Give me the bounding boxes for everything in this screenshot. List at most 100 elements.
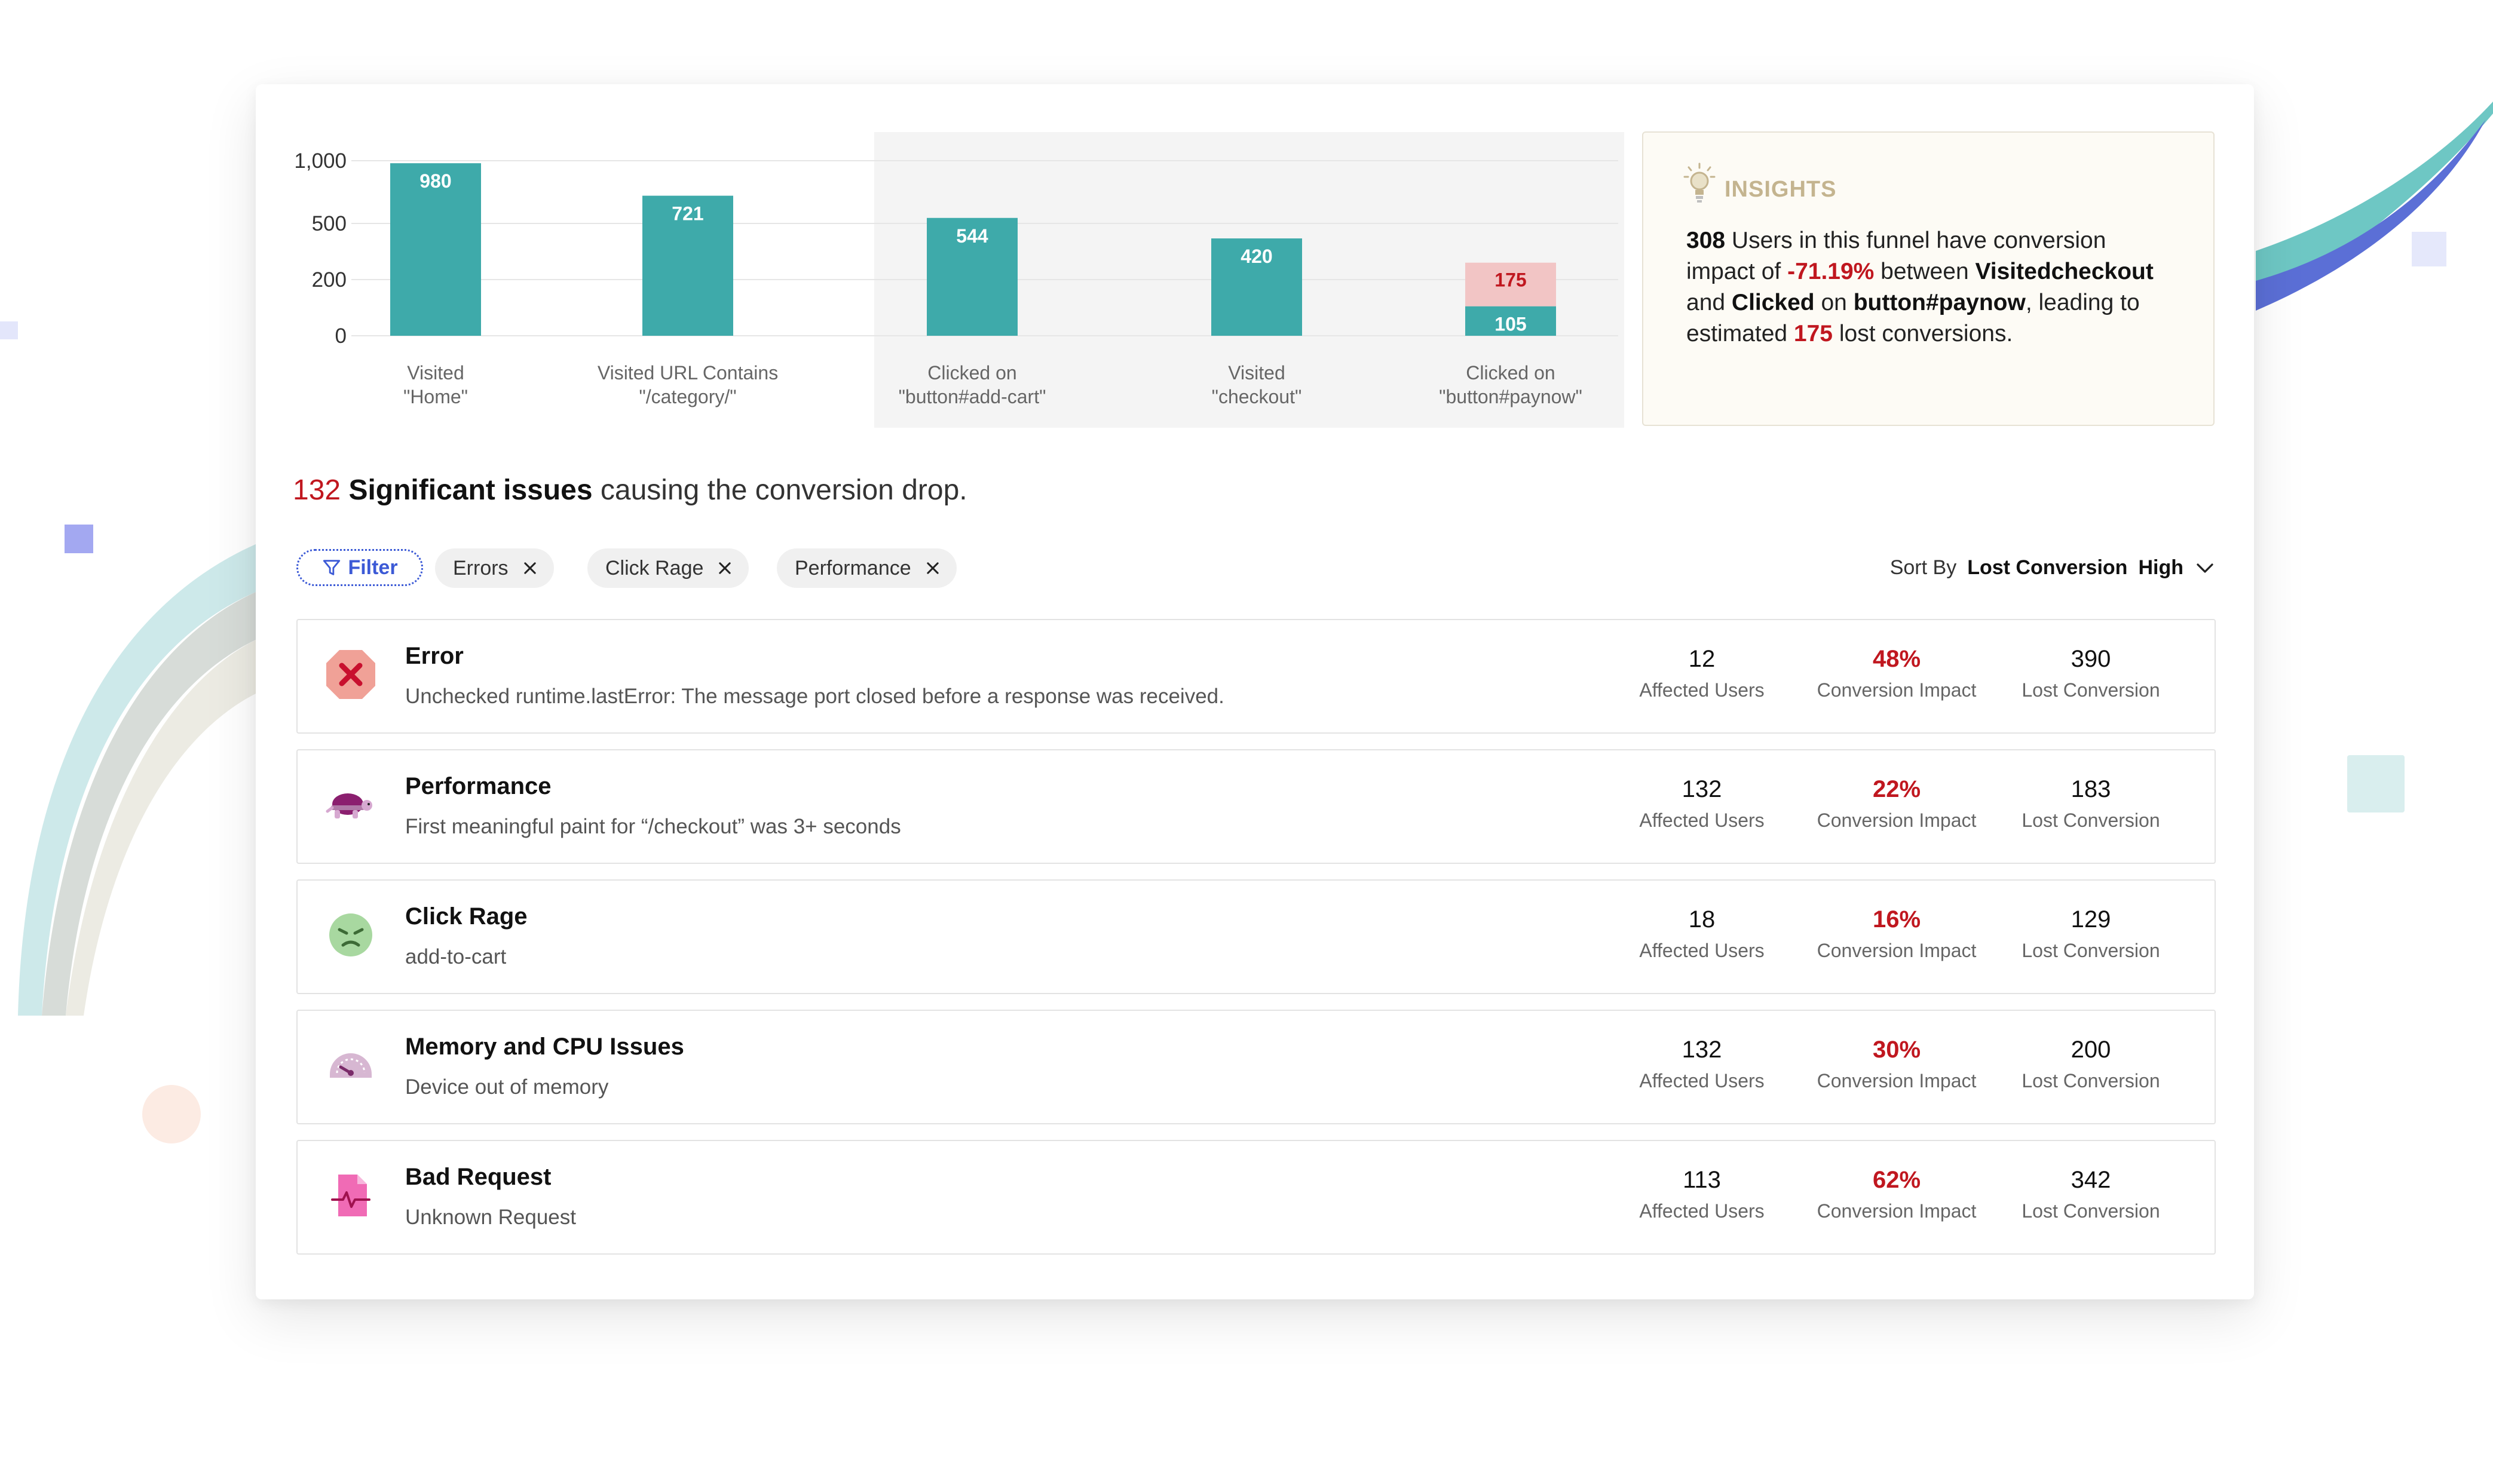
issue-description: Device out of memory	[405, 1075, 609, 1099]
filter-chip-label: Errors	[453, 556, 509, 580]
lost-conversion-value: 129	[2071, 906, 2111, 933]
lost-conversion-metric: 390 Lost Conversion	[1992, 644, 2189, 704]
y-tick-label: 1,000	[294, 149, 347, 173]
bar-value-label: 721	[672, 203, 703, 225]
issue-description: First meaningful paint for “/checkout” w…	[405, 815, 901, 838]
insights-users: 308	[1686, 228, 1726, 253]
category-label-line: Visited	[1228, 362, 1285, 384]
issue-title: Memory and CPU Issues	[405, 1034, 684, 1060]
insights-text-part: lost conversions.	[1833, 321, 2013, 347]
lost-conversion-label: Lost Conversion	[2022, 1070, 2160, 1091]
issue-row-click-rage[interactable]: Click Rage add-to-cart 18 Affected Users …	[296, 879, 2216, 994]
conversion-impact-metric: 48% Conversion Impact	[1798, 644, 1995, 704]
conversion-impact-label: Conversion Impact	[1817, 1200, 1977, 1222]
close-icon[interactable]	[924, 560, 941, 577]
error-icon	[326, 650, 375, 699]
filter-chip-label: Performance	[795, 556, 911, 580]
conversion-impact-value: 30%	[1872, 1037, 1921, 1063]
category-label-4: Clicked on "button#paynow"	[1391, 361, 1630, 409]
sort-control[interactable]: Sort By Lost Conversion High	[1890, 556, 2216, 580]
conversion-impact-label: Conversion Impact	[1817, 1070, 1977, 1091]
conversion-impact-metric: 30% Conversion Impact	[1798, 1035, 1995, 1094]
lost-conversion-metric: 129 Lost Conversion	[1992, 904, 2189, 964]
bar-value-label: 420	[1241, 246, 1272, 267]
conversion-impact-value: 16%	[1872, 906, 1921, 933]
affected-users-metric: 132 Affected Users	[1603, 1035, 1800, 1094]
lost-conversion-metric: 200 Lost Conversion	[1992, 1035, 2189, 1094]
lost-conversion-value: 200	[2071, 1037, 2111, 1063]
lost-conversion-value: 342	[2071, 1167, 2111, 1193]
issue-title: Performance	[405, 773, 552, 799]
affected-users-label: Affected Users	[1639, 810, 1765, 831]
filter-button[interactable]: Filter	[296, 549, 423, 586]
issue-row-error[interactable]: Error Unchecked runtime.lastError: The m…	[296, 619, 2216, 734]
y-tick-label: 0	[335, 324, 347, 348]
filter-chip-click-rage: Click Rage	[587, 548, 749, 588]
issue-title: Click Rage	[405, 903, 528, 930]
filter-chip-errors: Errors	[435, 548, 554, 588]
insights-target: button#paynow	[1853, 290, 2026, 315]
affected-users-label: Affected Users	[1639, 679, 1765, 701]
category-label-2: Clicked on "button#add-cart"	[853, 361, 1092, 409]
lost-conversion-label: Lost Conversion	[2022, 940, 2160, 961]
funnel-analysis-card: 0 200 500 1,000 980 721 544 420 105 175 Visited "H…	[256, 84, 2254, 1299]
turtle-icon	[326, 793, 372, 818]
affected-users-value: 113	[1683, 1167, 1721, 1193]
lost-conversion-value: 390	[2071, 646, 2111, 672]
insights-panel: INSIGHTS 308 Users in this funnel have c…	[1642, 131, 2215, 426]
file-pulse-icon	[331, 1175, 370, 1216]
chevron-down-icon	[2197, 563, 2213, 573]
bar-value-label: 544	[956, 225, 988, 247]
filter-button-label: Filter	[348, 556, 398, 579]
insights-header: INSIGHTS	[1683, 162, 1836, 206]
issues-strong-text: Significant issues	[348, 474, 593, 506]
filter-icon	[323, 560, 341, 575]
category-label-line: "Home"	[403, 386, 468, 407]
insights-title: INSIGHTS	[1725, 176, 1837, 202]
affected-users-metric: 132 Affected Users	[1603, 774, 1800, 834]
insights-text: 308 Users in this funnel have conversion…	[1686, 225, 2176, 349]
insights-text-part: and	[1686, 290, 1732, 315]
y-tick-label: 500	[312, 212, 347, 235]
conversion-impact-label: Conversion Impact	[1817, 810, 1977, 831]
dropoff-value-label: 175	[1494, 269, 1526, 291]
issue-title: Bad Request	[405, 1164, 552, 1190]
issue-row-performance[interactable]: Performance First meaningful paint for “…	[296, 749, 2216, 864]
affected-users-value: 18	[1688, 906, 1716, 933]
issue-row-memory-cpu[interactable]: Memory and CPU Issues Device out of memo…	[296, 1010, 2216, 1124]
filter-chip-performance: Performance	[777, 548, 957, 588]
category-label-1: Visited URL Contains "/category/"	[568, 361, 807, 409]
affected-users-value: 132	[1682, 1037, 1722, 1063]
category-label-line: "button#add-cart"	[898, 386, 1046, 407]
issue-title: Error	[405, 643, 464, 669]
filter-chip-label: Click Rage	[605, 556, 704, 580]
insights-text-part: on	[1814, 290, 1854, 315]
category-label-line: "checkout"	[1211, 386, 1302, 407]
insights-text-part: between	[1874, 259, 1976, 284]
y-tick-label: 200	[312, 268, 347, 292]
issue-row-bad-request[interactable]: Bad Request Unknown Request 113 Affected …	[296, 1140, 2216, 1255]
category-label-line: "/category/"	[639, 386, 737, 407]
category-label-line: "button#paynow"	[1439, 386, 1582, 407]
close-icon[interactable]	[522, 560, 538, 577]
gauge-icon	[330, 1053, 372, 1078]
insights-impact: -71.19%	[1787, 259, 1875, 284]
lightbulb-icon	[1683, 162, 1716, 203]
bar-value-label: 980	[419, 170, 451, 192]
issue-description: Unchecked runtime.lastError: The message…	[405, 685, 1224, 708]
conversion-impact-value: 62%	[1872, 1167, 1921, 1193]
lost-conversion-label: Lost Conversion	[2022, 679, 2160, 701]
affected-users-metric: 113 Affected Users	[1603, 1165, 1800, 1225]
affected-users-metric: 18 Affected Users	[1603, 904, 1800, 964]
insights-lost: 175	[1793, 321, 1833, 347]
affected-users-metric: 12 Affected Users	[1603, 644, 1800, 704]
insights-step-a: Visitedcheckout	[1975, 259, 2154, 284]
conversion-impact-label: Conversion Impact	[1817, 679, 1977, 701]
conversion-impact-metric: 22% Conversion Impact	[1798, 774, 1995, 834]
conversion-impact-metric: 62% Conversion Impact	[1798, 1165, 1995, 1225]
sort-label: Sort By	[1889, 556, 1957, 579]
conversion-impact-value: 48%	[1872, 646, 1921, 672]
conversion-impact-label: Conversion Impact	[1817, 940, 1977, 961]
close-icon[interactable]	[716, 560, 733, 577]
issues-rest-text: causing the conversion drop.	[592, 474, 967, 506]
